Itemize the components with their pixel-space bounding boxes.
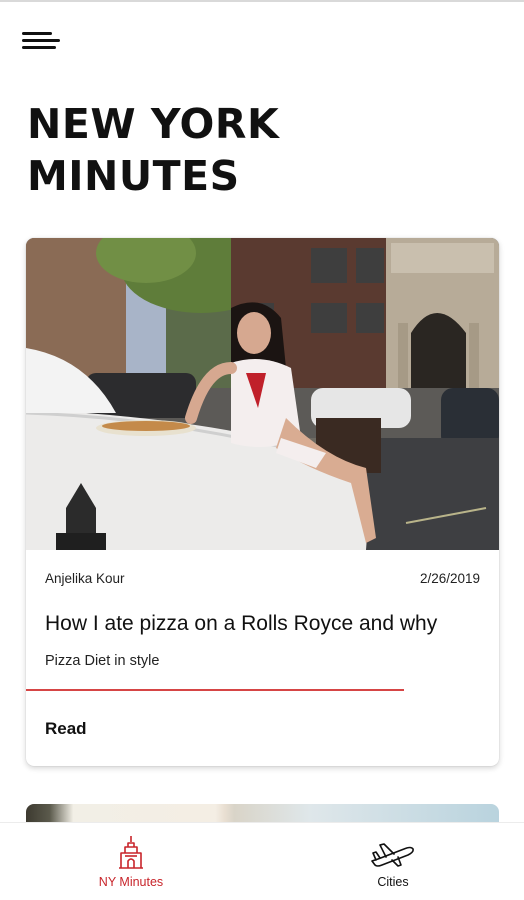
article-title[interactable]: How I ate pizza on a Rolls Royce and why [45, 612, 437, 636]
article-subtitle: Pizza Diet in style [45, 653, 160, 669]
page-title: NEW YORK MINUTES [27, 100, 280, 200]
article-image [26, 238, 499, 550]
hamburger-menu-icon[interactable] [22, 30, 62, 52]
airplane-icon [371, 843, 414, 867]
nav-item-cities[interactable]: Cities [262, 823, 524, 900]
nav-item-ny-minutes[interactable]: NY Minutes [0, 823, 262, 900]
article-author: Anjelika Kour [45, 571, 125, 586]
nav-label-ny-minutes: NY Minutes [98, 875, 164, 889]
empire-state-building-icon [119, 836, 143, 869]
nav-label-cities: Cities [377, 875, 409, 889]
top-divider [0, 0, 524, 2]
article-date: 2/26/2019 [419, 571, 480, 586]
read-button[interactable]: Read [45, 719, 87, 739]
article-card[interactable]: Anjelika Kour 2/26/2019 How I ate pizza … [26, 238, 499, 766]
reading-progress-bar [26, 689, 405, 691]
bottom-navigation: NY Minutes Cities [0, 822, 524, 900]
